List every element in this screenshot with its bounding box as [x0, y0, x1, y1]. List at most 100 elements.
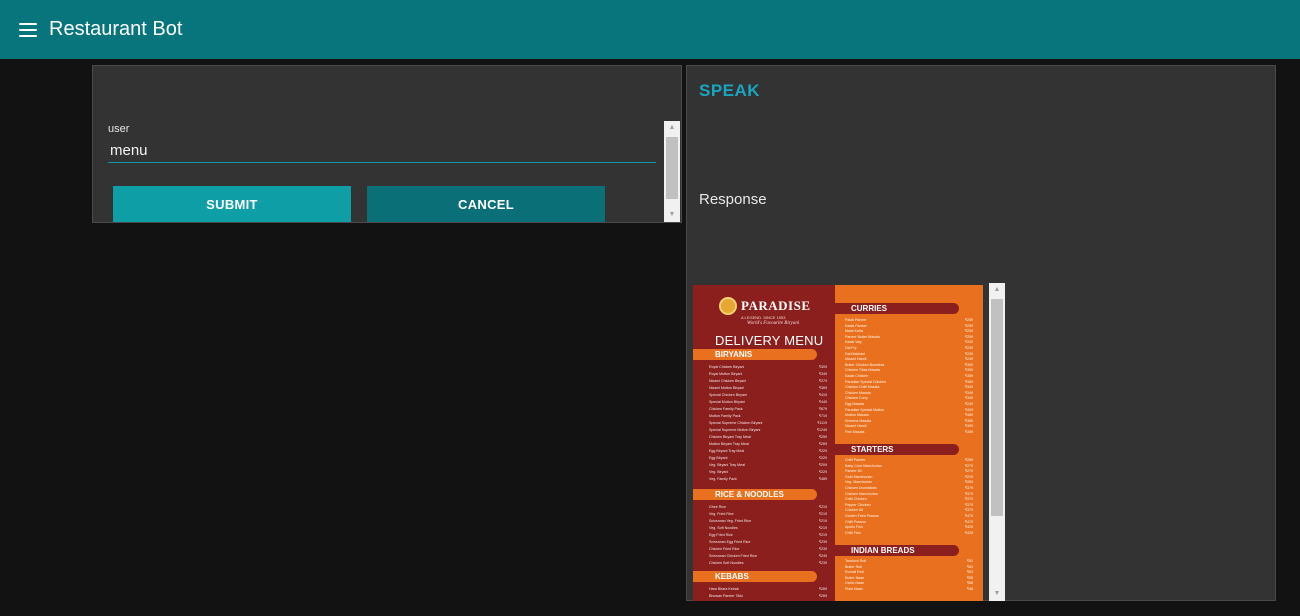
item-list: Chilli Paneer ₹289 Baby Corn Manchurian ₹27… [845, 458, 973, 536]
menu-item-row: Mutton Biryani Tray Meal ₹269 [709, 441, 827, 448]
menu-item-row: Chilli Fish ₹429 [845, 531, 973, 537]
menu-item-name: Mutton Family Pack [709, 414, 741, 418]
menu-item-row: Nizami Chicken Biryani ₹279 [709, 378, 827, 385]
menu-item-name: Nizami Chicken Biryani [709, 379, 746, 383]
menu-item-price: ₹269 [818, 442, 827, 446]
menu-item-row: Hara Bhara Kebab ₹269 [709, 586, 827, 593]
item-list: Hara Bhara Kebab ₹269 Bhuwan Paneer Tikki ₹… [709, 586, 827, 600]
scroll-down-arrow-icon[interactable]: ▼ [664, 208, 680, 222]
menu-item-row: Ghee Rice ₹219 [709, 504, 827, 511]
menu-item-name: Royal Chicken Biryani [709, 365, 745, 369]
menu-item-price: ₹229 [818, 456, 827, 460]
section-title: STARTERS [835, 444, 959, 455]
menu-item-name: Hara Bhara Kebab [709, 587, 739, 591]
menu-item-row: Veg. Family Pack ₹489 [709, 476, 827, 483]
response-scrollbar[interactable]: ▲ ▼ [989, 283, 1005, 601]
scroll-up-arrow-icon[interactable]: ▲ [664, 121, 680, 135]
menu-item-price: ₹429 [964, 530, 973, 535]
menu-item-row: Plain Naan ₹48 [845, 587, 973, 593]
menu-item-row: Royal Mutton Biryani ₹349 [709, 371, 827, 378]
menu-item-price: ₹209 [818, 463, 827, 467]
menu-item-name: Egg Biryani [709, 456, 728, 460]
menu-item-name: Veg. Biryani Tray Meal [709, 463, 745, 467]
menu-item-price: ₹719 [818, 414, 827, 418]
input-panel: user SUBMIT CANCEL ▲ ▼ [92, 65, 682, 223]
menu-item-name: Egg Biryani Tray Meal [709, 449, 745, 453]
menu-item-name: Royal Mutton Biryani [709, 372, 743, 376]
submit-button[interactable]: SUBMIT [113, 186, 351, 222]
menu-item-row: Veg. Fried Rice ₹219 [709, 511, 827, 518]
menu-item-row: Special Mutton Biryani ₹449 [709, 399, 827, 406]
speak-label[interactable]: SPEAK [699, 81, 760, 101]
section-title: BIRYANIS [693, 349, 817, 360]
menu-tagline: A LEGEND. SINCE 1953 [741, 315, 786, 320]
menu-item-name: Ghee Rice [709, 505, 726, 509]
menu-image-left-column: PARADISE A LEGEND. SINCE 1953 World's Fa… [693, 285, 835, 601]
menu-item-name: Egg Fried Rice [709, 533, 733, 537]
menu-item-row: Special Supreme Mutton Biryani ₹1249 [709, 427, 827, 434]
menu-item-price: ₹48 [966, 586, 973, 591]
menu-item-name: Veg. Fried Rice [709, 512, 734, 516]
menu-item-price: ₹369 [818, 386, 827, 390]
menu-item-name: Chicken Biryani Tray Meal [709, 435, 751, 439]
scrollbar-thumb[interactable] [991, 299, 1003, 516]
menu-item-price: ₹239 [818, 540, 827, 544]
item-list: Palak Paneer ₹259 Kadai Paneer ₹259 Malai Ko… [845, 318, 973, 435]
menu-item-name: Veg. Family Pack [709, 477, 737, 481]
menu-item-row: Special Chicken Biryani ₹419 [709, 392, 827, 399]
menu-item-price: ₹219 [818, 526, 827, 530]
menu-image: PARADISE A LEGEND. SINCE 1953 World's Fa… [693, 285, 983, 601]
menu-item-price: ₹239 [818, 547, 827, 551]
menu-item-name: Veg. Soft Noodles [709, 526, 738, 530]
item-list: Royal Chicken Biryani ₹309 Royal Mutton Bi… [709, 364, 827, 483]
scroll-down-arrow-icon[interactable]: ▼ [989, 587, 1005, 601]
menu-item-price: ₹239 [818, 561, 827, 565]
section-title: CURRIES [835, 303, 959, 314]
menu-item-row: Veg. Biryani ₹229 [709, 469, 827, 476]
menu-item-price: ₹449 [818, 400, 827, 404]
menu-item-row: Royal Chicken Biryani ₹309 [709, 364, 827, 371]
menu-slogan: World's Favourite Biryani [747, 321, 800, 326]
menu-item-name: Special Supreme Mutton Biryani [709, 428, 761, 432]
menu-item-row: Egg Fried Rice ₹219 [709, 532, 827, 539]
menu-item-row: Egg Biryani Tray Meal ₹229 [709, 448, 827, 455]
menu-item-name: Chicken Fried Rice [709, 547, 740, 551]
menu-item-price: ₹219 [818, 519, 827, 523]
menu-item-row: Schezwan Egg Fried Rice ₹239 [709, 539, 827, 546]
menu-image-right-column: CURRIES Palak Paneer ₹259 Kadai Paneer ₹259… [835, 285, 983, 601]
response-label: Response [699, 191, 767, 208]
menu-item-row: Egg Biryani ₹229 [709, 455, 827, 462]
menu-item-price: ₹219 [818, 505, 827, 509]
menu-item-price: ₹229 [818, 470, 827, 474]
scroll-up-arrow-icon[interactable]: ▲ [989, 283, 1005, 297]
app-title: Restaurant Bot [49, 18, 183, 40]
input-panel-scrollbar[interactable]: ▲ ▼ [664, 121, 680, 222]
menu-item-name: Chicken Family Pack [709, 407, 743, 411]
item-list: Tandoori Roti ₹52 Butter Roti ₹63 Rumali Rot… [845, 559, 973, 593]
menu-item-row: Chicken Biryani Tray Meal ₹259 [709, 434, 827, 441]
menu-item-row: Veg. Biryani Tray Meal ₹209 [709, 462, 827, 469]
menu-item-name: Special Supreme Chicken Biryani [709, 421, 763, 425]
menu-item-price: ₹359 [964, 429, 973, 434]
menu-item-price: ₹269 [818, 587, 827, 591]
section-title: RICE & NOODLES [693, 489, 817, 500]
menu-item-name: Chilli Fish [845, 530, 861, 535]
menu-item-name: Schezwan Egg Fried Rice [709, 540, 751, 544]
menu-item-price: ₹219 [818, 533, 827, 537]
output-panel: SPEAK Response PARADISE A LEGEND. SINCE … [686, 65, 1276, 601]
scrollbar-thumb[interactable] [666, 137, 678, 199]
menu-item-name: Bhuwan Paneer Tikki [709, 594, 743, 598]
menu-item-price: ₹309 [818, 365, 827, 369]
section-title: INDIAN BREADS [835, 545, 959, 556]
menu-item-price: ₹219 [818, 512, 827, 516]
menu-brand: PARADISE [741, 298, 811, 313]
hamburger-menu-icon[interactable] [19, 22, 37, 37]
menu-heading: DELIVERY MENU [715, 333, 824, 348]
section-title: KEBABS [693, 571, 817, 582]
user-input[interactable] [108, 139, 656, 163]
menu-item-name: Special Mutton Biryani [709, 400, 745, 404]
cancel-button[interactable]: CANCEL [367, 186, 605, 222]
item-list: Ghee Rice ₹219 Veg. Fried Rice ₹219 Schezwan… [709, 504, 827, 567]
menu-item-row: Schezwan Chicken Fried Rice ₹249 [709, 553, 827, 560]
menu-item-name: Nizami Mutton Biryani [709, 386, 744, 390]
